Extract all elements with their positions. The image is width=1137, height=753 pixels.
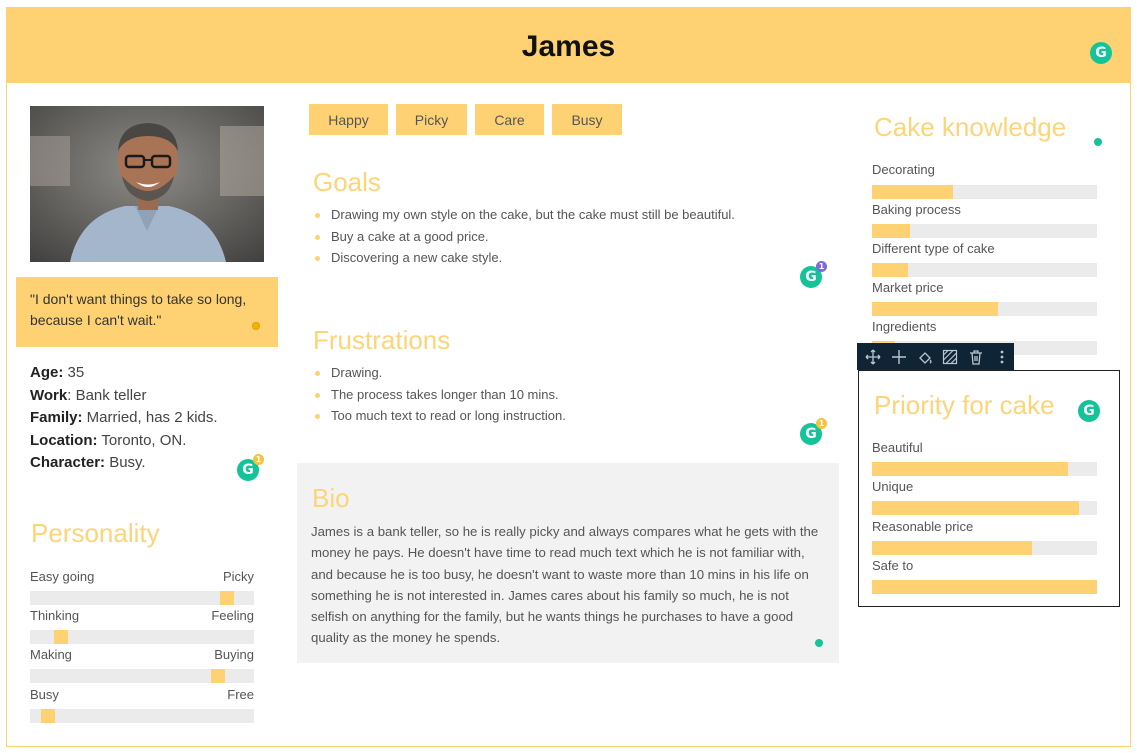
slider-marker[interactable] [220,591,235,605]
bio-title: Bio [312,483,350,513]
info-age: Age: 35 [30,364,85,381]
scale-left-label: Thinking [30,608,80,623]
grammarly-icon[interactable]: G1 [800,261,827,288]
tag-list: Happy Picky Care Busy [309,104,622,135]
grammarly-icon[interactable]: G [1078,400,1100,422]
grammarly-dot[interactable] [1094,138,1102,146]
priority-bar [872,580,1097,594]
bar-label: Unique [872,479,914,494]
tag-picky: Picky [396,104,467,135]
personality-slider[interactable] [30,591,254,605]
personality-title: Personality [31,518,160,548]
slider-marker[interactable] [54,630,69,644]
personality-slider[interactable] [30,669,254,683]
priority-bar [872,541,1097,555]
cake-knowledge-title: Cake knowledge [874,112,1067,142]
header-bar: James [7,8,1130,83]
scale-right-label: Free [227,687,254,702]
bar-fill [872,462,1068,476]
more-icon[interactable] [990,346,1014,368]
move-icon[interactable] [861,346,885,368]
slider-marker[interactable] [211,669,226,683]
info-location: Location: Toronto, ON. [30,431,187,449]
scale-left-label: Easy going [30,569,95,584]
personality-slider[interactable] [30,630,254,644]
bar-label: Ingredients [872,319,937,334]
scale-left-label: Busy [30,687,59,702]
knowledge-bar [872,185,1097,199]
bar-label: Baking process [872,202,961,217]
quote-text: "I don't want things to take so long, be… [30,291,247,328]
grammarly-icon[interactable]: G1 [237,454,264,481]
list-item: Buy a cake at a good price. [312,226,812,248]
quote-box: "I don't want things to take so long, be… [16,277,278,347]
bar-label: Decorating [872,162,935,177]
bio-text: James is a bank teller, so he is really … [311,524,819,646]
info-character: Character: Busy. [30,454,146,472]
priority-bar [872,462,1097,476]
frustrations-list: Drawing. The process takes longer than 1… [312,362,812,427]
add-icon[interactable] [887,346,911,368]
personality-slider[interactable] [30,709,254,723]
info-list: Age: 35 Work: Bank teller Family: Marrie… [30,362,218,475]
list-item: Drawing. [312,362,812,384]
goals-title: Goals [313,167,381,197]
grammarly-dot[interactable] [815,639,823,647]
scale-right-label: Feeling [211,608,254,623]
scale-left-label: Making [30,647,72,662]
bio-panel: Bio James is a bank teller, so he is rea… [297,463,839,663]
bar-label: Market price [872,280,944,295]
frustrations-title: Frustrations [313,325,451,355]
list-item: Drawing my own style on the cake, but th… [312,204,812,226]
tag-happy: Happy [309,104,388,135]
bar-label: Different type of cake [872,241,995,256]
bar-fill [872,302,998,316]
list-item: The process takes longer than 10 mins. [312,384,812,406]
knowledge-bar [872,224,1097,238]
tag-care: Care [475,104,544,135]
bar-label: Safe to [872,558,914,573]
profile-photo [30,106,264,262]
bar-label: Reasonable price [872,519,974,534]
page-title: James [521,30,616,63]
grammarly-icon[interactable]: G1 [800,418,827,445]
goals-list: Drawing my own style on the cake, but th… [312,204,812,269]
grammarly-dot[interactable] [252,322,260,330]
knowledge-bar [872,302,1097,316]
grammarly-icon[interactable]: G [1090,42,1112,64]
bar-fill [872,185,953,199]
priority-bar [872,501,1097,515]
info-work: Work: Bank teller [30,386,147,404]
delete-icon[interactable] [964,346,988,368]
pattern-icon[interactable] [938,346,962,368]
slider-marker[interactable] [40,709,55,723]
bar-fill [872,580,1097,594]
bar-label: Beautiful [872,440,923,455]
list-item: Too much text to read or long instructio… [312,405,812,427]
bar-fill [872,263,908,277]
bar-fill [872,501,1079,515]
info-family: Family: Married, has 2 kids. [30,409,218,427]
scale-right-label: Picky [222,569,254,584]
scale-right-label: Buying [214,647,254,662]
element-toolbar [857,343,1014,370]
bar-fill [872,541,1032,555]
list-item: Discovering a new cake style. [312,247,812,269]
priority-title: Priority for cake [874,390,1055,420]
knowledge-bar [872,263,1097,277]
bar-fill [872,224,911,238]
fill-icon[interactable] [913,346,937,368]
tag-busy: Busy [552,104,622,135]
